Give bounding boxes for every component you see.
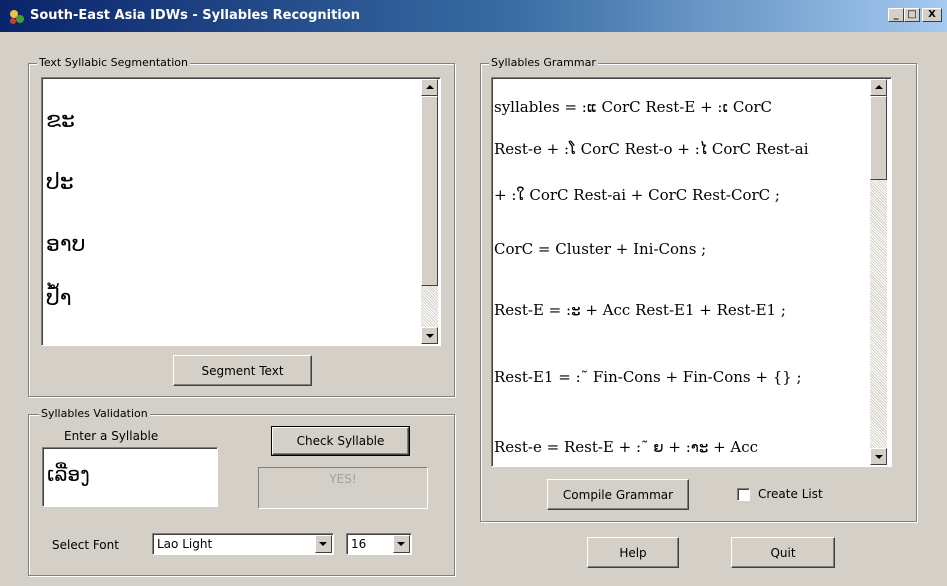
- segmentation-textarea[interactable]: ຂະ ປະ ອາບ ປ້ໍາ: [41, 77, 441, 346]
- close-button[interactable]: X: [922, 8, 942, 22]
- chevron-down-icon: [319, 542, 327, 546]
- quit-button[interactable]: Quit: [731, 537, 835, 568]
- grammar-line: Rest-E = :ະ + Acc Rest-E1 + Rest-E1 ;: [494, 301, 786, 319]
- chevron-down-icon: [397, 542, 405, 546]
- minimize-button[interactable]: _: [888, 8, 904, 22]
- syllable-line: ອາບ: [46, 232, 86, 257]
- help-button[interactable]: Help: [587, 537, 679, 568]
- font-size-value: 16: [351, 537, 367, 551]
- enter-syllable-label: Enter a Syllable: [64, 429, 159, 443]
- select-font-label: Select Font: [52, 538, 119, 552]
- app-icon: [10, 10, 24, 24]
- scroll-down-button[interactable]: [870, 448, 887, 465]
- syllable-line: ປະ: [46, 170, 74, 195]
- syllable-line: ຂະ: [46, 108, 75, 133]
- grammar-line: CorC = Cluster + Ini-Cons ;: [494, 240, 707, 258]
- window-title: South-East Asia IDWs - Syllables Recogni…: [30, 8, 360, 23]
- scroll-up-icon: [426, 85, 434, 89]
- segment-text-button[interactable]: Segment Text: [173, 355, 312, 386]
- create-list-label: Create List: [758, 487, 823, 501]
- syllable-input[interactable]: ເລື່ອງ: [42, 447, 218, 507]
- scroll-thumb[interactable]: [870, 96, 887, 180]
- grammar-line: Rest-e + :ໂ CorC Rest-o + :ໄ CorC Rest-a…: [494, 140, 809, 158]
- syllable-line: ປ້ໍາ: [46, 286, 72, 311]
- title-bar: South-East Asia IDWs - Syllables Recogni…: [0, 0, 947, 32]
- grammar-scrollbar[interactable]: [870, 79, 887, 465]
- font-select[interactable]: Lao Light: [152, 533, 334, 555]
- scroll-up-button[interactable]: [421, 79, 438, 96]
- syllable-input-value: ເລື່ອງ: [47, 462, 90, 486]
- scroll-down-button[interactable]: [421, 327, 438, 344]
- compile-grammar-button[interactable]: Compile Grammar: [547, 479, 689, 510]
- font-size-select[interactable]: 16: [346, 533, 412, 555]
- maximize-button[interactable]: □: [904, 8, 920, 22]
- segmentation-group-label: Text Syllabic Segmentation: [37, 56, 190, 69]
- check-syllable-button[interactable]: Check Syllable: [271, 426, 410, 456]
- create-list-checkbox[interactable]: [737, 488, 750, 501]
- grammar-line: + :ໃ CorC Rest-ai + CorC Rest-CorC ;: [494, 186, 780, 204]
- scroll-thumb[interactable]: [421, 96, 438, 286]
- scroll-up-button[interactable]: [870, 79, 887, 96]
- grammar-line: syllables = :ແ CorC Rest-E + :ເ CorC: [494, 98, 773, 116]
- scroll-down-icon: [426, 334, 434, 338]
- font-size-dropdown-button[interactable]: [393, 535, 410, 553]
- grammar-line: Rest-E1 = :˜ Fin-Cons + Fin-Cons + {} ;: [494, 368, 802, 386]
- font-select-dropdown-button[interactable]: [315, 535, 332, 553]
- font-select-value: Lao Light: [157, 537, 213, 551]
- validation-result: YES!: [258, 467, 428, 509]
- grammar-textarea[interactable]: syllables = :ແ CorC Rest-E + :ເ CorC Res…: [491, 77, 892, 467]
- scroll-down-icon: [875, 455, 883, 459]
- segmentation-scrollbar[interactable]: [421, 79, 438, 344]
- grammar-group-label: Syllables Grammar: [489, 56, 598, 69]
- grammar-line: Rest-e = Rest-E + :˜ ຍ + :າະ + Acc: [494, 438, 759, 456]
- validation-group-label: Syllables Validation: [39, 407, 150, 420]
- scroll-up-icon: [875, 85, 883, 89]
